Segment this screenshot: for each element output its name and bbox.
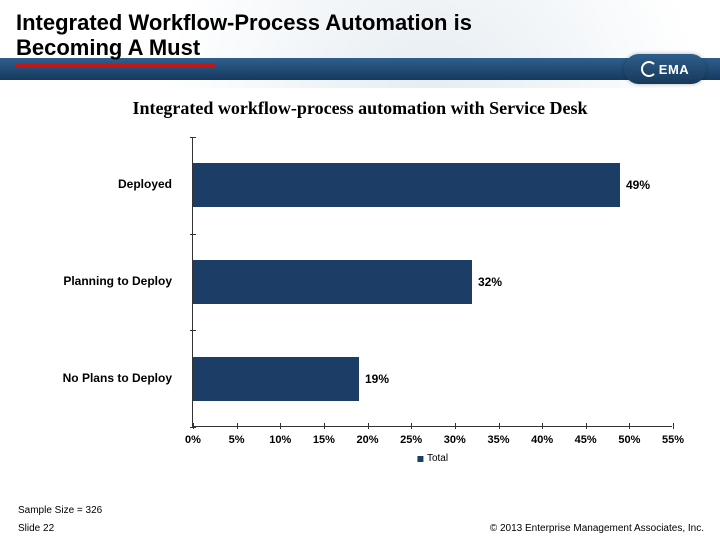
- x-tick: [193, 423, 194, 429]
- x-tick-label: 45%: [575, 434, 597, 446]
- x-tick-label: 55%: [662, 434, 684, 446]
- x-tick-label: 50%: [618, 434, 640, 446]
- bar-row-deployed: 49%: [193, 163, 650, 207]
- bar-value-planning: 32%: [478, 275, 502, 289]
- x-tick: [324, 423, 325, 429]
- category-deployed: Deployed: [52, 177, 172, 191]
- x-tick: [629, 423, 630, 429]
- category-noplans: No Plans to Deploy: [52, 371, 172, 385]
- x-tick: [280, 423, 281, 429]
- x-tick-label: 10%: [269, 434, 291, 446]
- bar-noplans: [193, 357, 359, 401]
- x-tick-label: 0%: [185, 434, 201, 446]
- x-tick: [368, 423, 369, 429]
- chart-area: Integrated workflow-process automation w…: [0, 90, 720, 457]
- chart-legend: Total: [417, 453, 448, 464]
- copyright: © 2013 Enterprise Management Associates,…: [490, 523, 704, 534]
- logo-text: EMA: [659, 62, 689, 77]
- x-tick-label: 5%: [229, 434, 245, 446]
- slide-header: Integrated Workflow-Process Automation i…: [0, 0, 720, 88]
- y-tick: [190, 330, 196, 331]
- legend-label: Total: [427, 453, 448, 464]
- x-tick-label: 20%: [356, 434, 378, 446]
- bar-value-deployed: 49%: [626, 178, 650, 192]
- x-tick-label: 25%: [400, 434, 422, 446]
- x-tick: [237, 423, 238, 429]
- y-tick: [190, 234, 196, 235]
- slide-title: Integrated Workflow-Process Automation i…: [16, 10, 472, 61]
- x-tick: [411, 423, 412, 429]
- x-tick-label: 35%: [487, 434, 509, 446]
- sample-size: Sample Size = 326: [18, 505, 102, 516]
- logo-swirl-icon: [641, 61, 657, 77]
- bar-planning: [193, 260, 472, 304]
- x-tick-label: 30%: [444, 434, 466, 446]
- header-band: [0, 58, 720, 80]
- bar-deployed: [193, 163, 620, 207]
- x-tick: [586, 423, 587, 429]
- x-tick-label: 40%: [531, 434, 553, 446]
- title-underline: [16, 64, 216, 67]
- x-tick-label: 15%: [313, 434, 335, 446]
- legend-swatch-icon: [417, 456, 423, 462]
- x-tick: [499, 423, 500, 429]
- title-line2: Becoming A Must: [16, 35, 200, 60]
- plot-area: 49% Deployed 32% Planning to Deploy 19% …: [192, 137, 672, 427]
- x-tick: [455, 423, 456, 429]
- bar-chart: 49% Deployed 32% Planning to Deploy 19% …: [110, 137, 690, 457]
- bar-row-noplans: 19%: [193, 357, 389, 401]
- chart-title: Integrated workflow-process automation w…: [0, 98, 720, 119]
- category-planning: Planning to Deploy: [52, 274, 172, 288]
- y-tick: [190, 137, 196, 138]
- ema-logo: EMA: [624, 54, 706, 84]
- slide-number: Slide 22: [18, 523, 54, 534]
- title-line1: Integrated Workflow-Process Automation i…: [16, 10, 472, 35]
- bar-value-noplans: 19%: [365, 372, 389, 386]
- x-tick: [542, 423, 543, 429]
- x-tick: [673, 423, 674, 429]
- bar-row-planning: 32%: [193, 260, 502, 304]
